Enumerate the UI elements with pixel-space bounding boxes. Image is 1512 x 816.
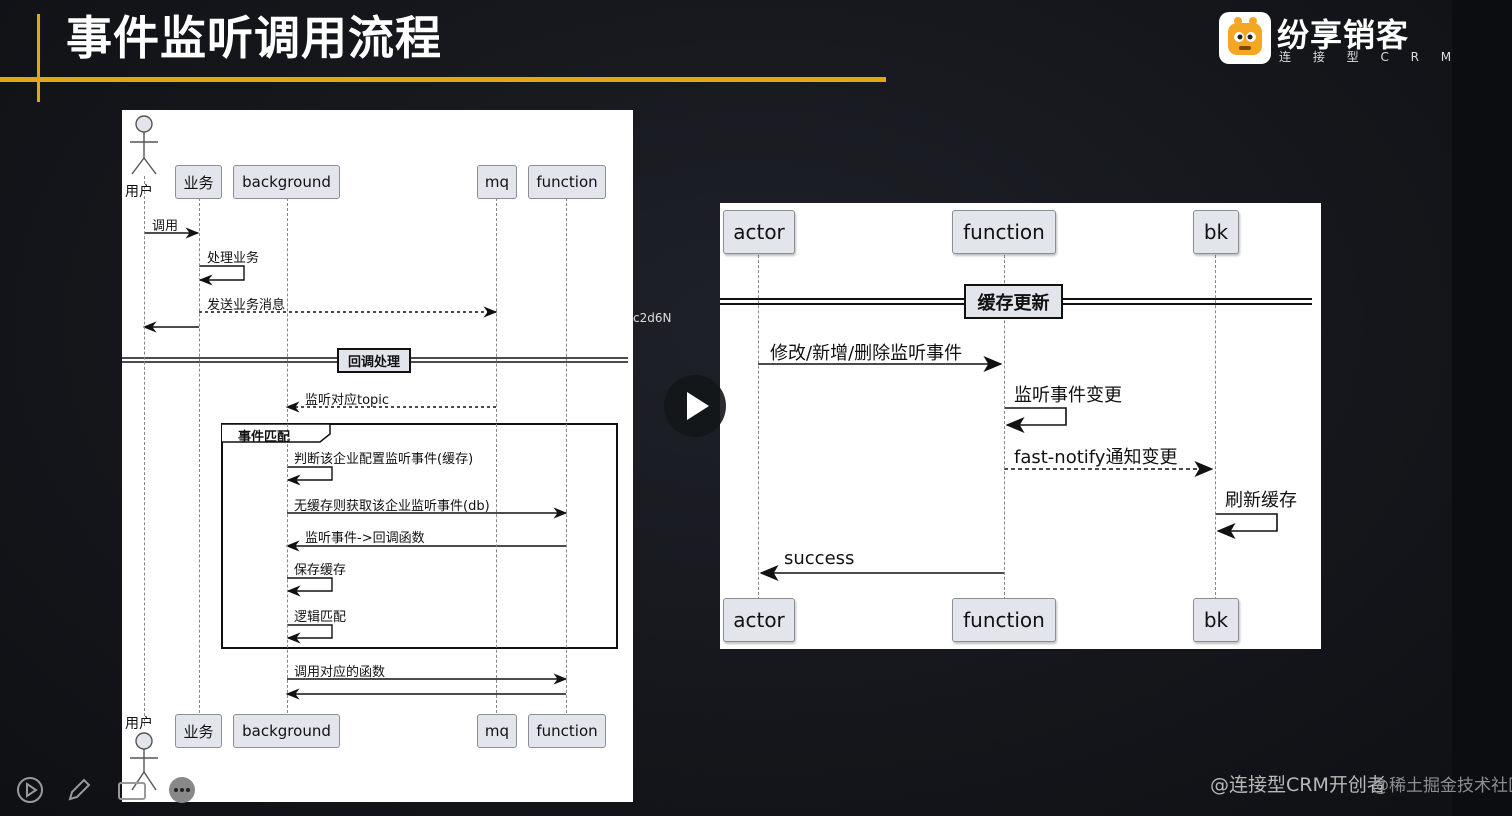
participant-function-bottom: function xyxy=(528,714,606,748)
participant-mq: mq xyxy=(477,165,517,199)
divider-cache-update: 缓存更新 xyxy=(964,284,1063,319)
message-label: 监听对应topic xyxy=(305,393,390,408)
lifeline-background xyxy=(287,198,288,718)
message-label: 监听事件变更 xyxy=(1014,385,1122,406)
message-label: 刷新缓存 xyxy=(1225,490,1297,511)
message-label: success xyxy=(784,548,855,569)
participant-background: background xyxy=(233,165,340,199)
play-button[interactable] xyxy=(664,375,726,437)
participant-bk-bottom: bk xyxy=(1193,598,1239,642)
slide-title: 事件监听调用流程 xyxy=(66,11,442,65)
lifeline-function xyxy=(566,198,567,718)
lifeline-actor xyxy=(758,255,759,600)
message-label: 处理业务 xyxy=(207,251,260,266)
lifeline-business xyxy=(199,198,200,718)
frame-label: 事件匹配 xyxy=(238,430,291,445)
participant-bk: bk xyxy=(1193,210,1239,254)
participant-function: function xyxy=(528,165,606,199)
participant-function-bottom: function xyxy=(952,598,1056,642)
participant-business-bottom: 业务 xyxy=(175,714,222,748)
play-circle-icon[interactable] xyxy=(16,776,44,804)
message-label: 判断该企业配置监听事件(缓存) xyxy=(294,452,474,467)
message-label: 无缓存则获取该企业监听事件(db) xyxy=(294,499,490,514)
actor-user-label: 用户 xyxy=(125,184,153,200)
participant-actor: actor xyxy=(723,210,795,254)
participant-background-bottom: background xyxy=(233,714,340,748)
message-label: 调用对应的函数 xyxy=(294,665,386,680)
screen-icon[interactable] xyxy=(117,776,146,804)
participant-actor-bottom: actor xyxy=(723,598,795,642)
accent-horizontal-bar xyxy=(0,77,886,82)
more-icon[interactable] xyxy=(168,776,196,804)
brand-logo: 纷享销客 连 接 型 C R M xyxy=(1219,12,1451,68)
sequence-diagram-event-listen: 用户 用户 业务 background mq function 业务 backg… xyxy=(122,110,633,802)
message-label: 发送业务消息 xyxy=(207,298,286,313)
play-icon xyxy=(687,392,709,420)
sequence-diagram-cache-update: actor function bk actor function bk 缓存更新… xyxy=(720,203,1321,649)
pen-icon[interactable] xyxy=(65,776,93,804)
message-label: 监听事件->回调函数 xyxy=(305,531,425,546)
lifeline-user xyxy=(144,176,145,726)
watermark-overlap: @稀土掘金技术社区 xyxy=(1372,776,1512,796)
diagram-right-lines xyxy=(720,298,1312,581)
participant-business: 业务 xyxy=(175,165,222,199)
message-label: 保存缓存 xyxy=(294,563,347,578)
overlay-stray-text: c2d6N xyxy=(633,311,672,325)
right-edge-strip xyxy=(1452,0,1512,816)
participant-function: function xyxy=(952,210,1056,254)
message-label: 修改/新增/删除监听事件 xyxy=(770,343,963,364)
logo-subtitle: 连 接 型 C R M xyxy=(1279,50,1461,64)
message-label: 逻辑匹配 xyxy=(294,610,347,625)
lifeline-bk xyxy=(1215,255,1216,600)
message-label: fast-notify通知变更 xyxy=(1014,447,1178,468)
message-label: 调用 xyxy=(152,219,179,234)
lifeline-mq xyxy=(496,198,497,718)
actor-user-label-bottom: 用户 xyxy=(125,716,153,732)
participant-mq-bottom: mq xyxy=(477,714,517,748)
logo-mascot-icon xyxy=(1219,12,1271,64)
watermark: @连接型CRM开创者 xyxy=(1210,774,1386,796)
accent-vertical-bar xyxy=(37,14,40,102)
divider-callback: 回调处理 xyxy=(337,348,411,373)
